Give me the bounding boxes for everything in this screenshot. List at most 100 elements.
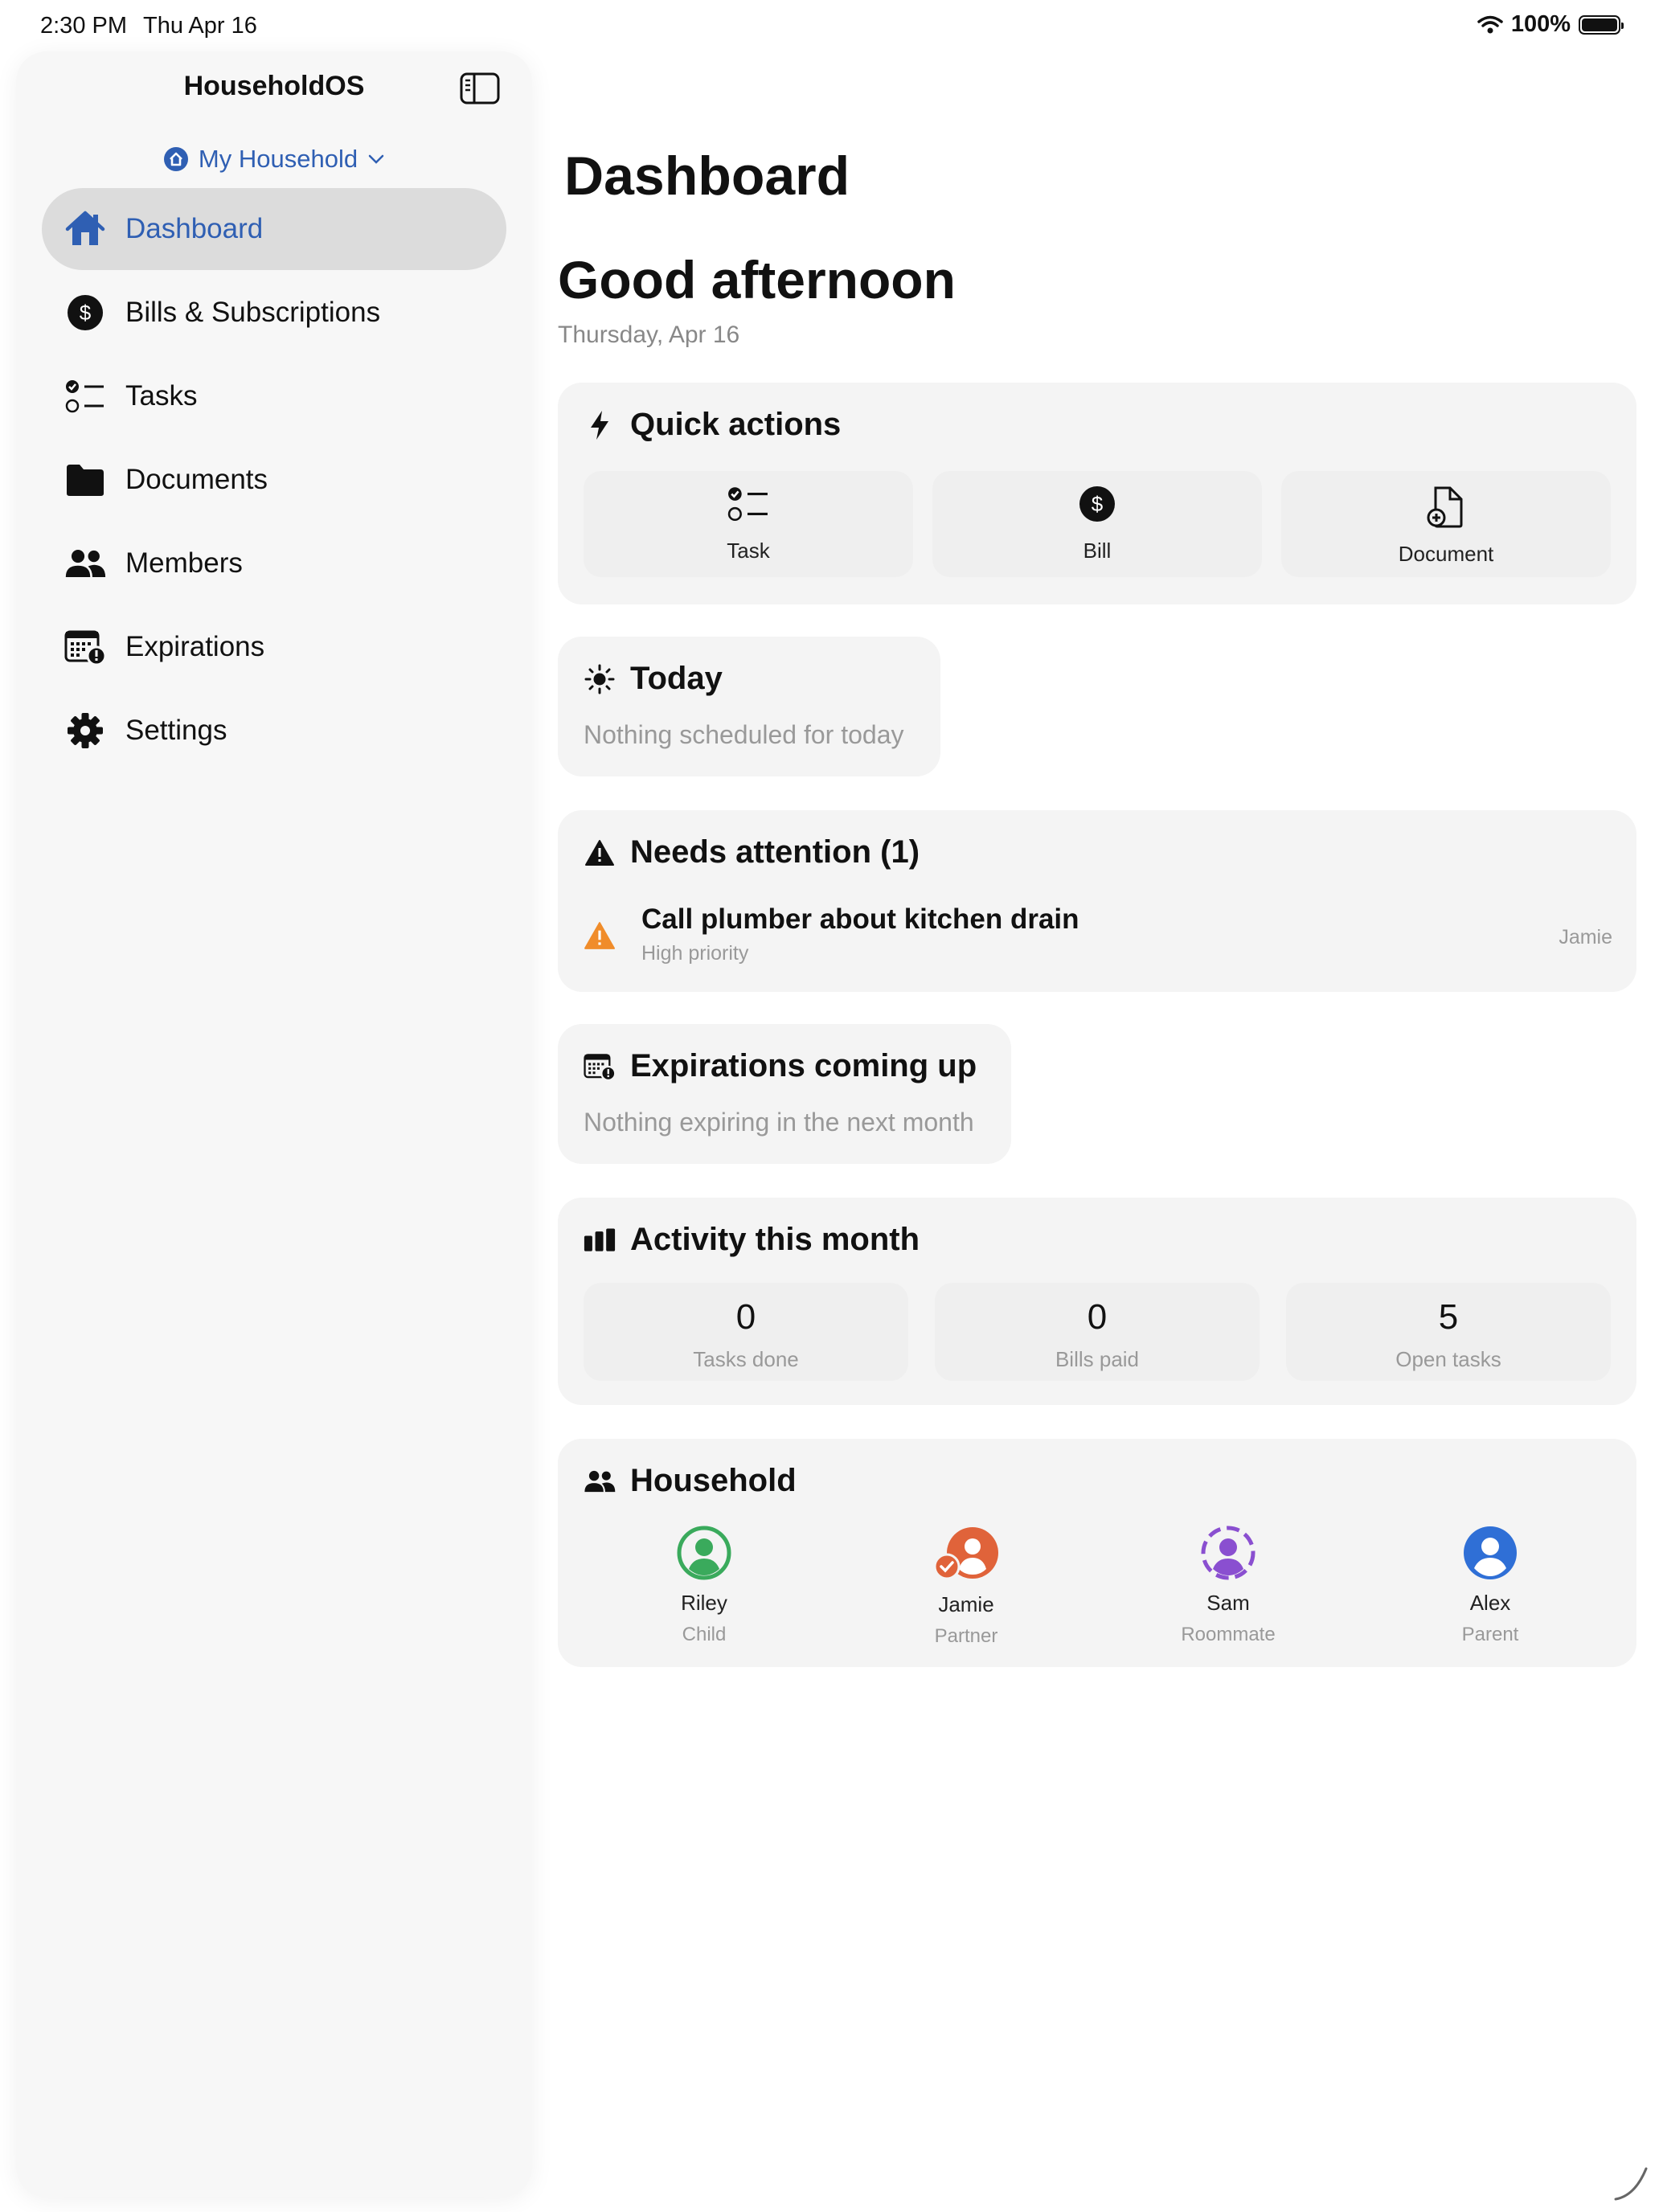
resize-handle-icon[interactable] xyxy=(1611,2164,1651,2204)
sidebar: HouseholdOS My Household Dashboard $ Bil… xyxy=(16,51,532,2198)
member-riley[interactable]: Riley Child xyxy=(624,1526,784,1646)
app-title: HouseholdOS xyxy=(183,71,365,101)
stat-value: 0 xyxy=(735,1297,756,1337)
battery-percent: 100% xyxy=(1510,11,1571,37)
expirations-header: Expirations coming up xyxy=(584,1048,977,1084)
person-circle-icon xyxy=(677,1526,731,1580)
bolt-icon xyxy=(584,409,616,441)
member-jamie[interactable]: Jamie Partner xyxy=(886,1526,1047,1648)
attention-item[interactable]: Call plumber about kitchen drain High pr… xyxy=(584,897,1612,974)
member-sam[interactable]: Sam Roommate xyxy=(1148,1526,1309,1646)
sidebar-item-label: Members xyxy=(125,547,243,579)
stat-bills-paid: 0 Bills paid xyxy=(935,1283,1260,1381)
member-role: Partner xyxy=(934,1625,998,1647)
sidebar-item-label: Documents xyxy=(125,464,268,495)
bar-chart-icon xyxy=(584,1224,616,1256)
stat-label: Open tasks xyxy=(1395,1347,1501,1371)
sidebar-item-bills[interactable]: $ Bills & Subscriptions xyxy=(42,272,506,354)
household-selector[interactable]: My Household xyxy=(16,145,532,174)
person-dashed-circle-icon xyxy=(1201,1526,1256,1580)
sidebar-item-label: Tasks xyxy=(125,380,198,412)
attention-item-title: Call plumber about kitchen drain xyxy=(641,903,1079,935)
expirations-title: Expirations coming up xyxy=(630,1048,977,1083)
page-title: Dashboard xyxy=(564,145,850,207)
sidebar-item-label: Settings xyxy=(125,715,227,746)
dollar-circle-icon: $ xyxy=(64,292,106,334)
stat-value: 0 xyxy=(1087,1297,1108,1337)
today-header: Today xyxy=(584,661,723,697)
sidebar-item-members[interactable]: Members xyxy=(42,522,506,604)
today-title: Today xyxy=(630,661,723,696)
household-name: My Household xyxy=(198,145,358,173)
calendar-alert-icon xyxy=(584,1051,616,1083)
attention-item-assignee: Jamie xyxy=(1559,926,1612,948)
member-name: Riley xyxy=(681,1591,727,1615)
quick-actions-card: Quick actions Task $ Bill Document xyxy=(558,383,1636,604)
wifi-icon xyxy=(1477,15,1503,33)
sidebar-toggle-icon[interactable] xyxy=(460,72,500,104)
needs-attention-title: Needs attention (1) xyxy=(630,834,920,870)
household-icon xyxy=(163,147,188,171)
quick-action-bill[interactable]: $ Bill xyxy=(932,471,1262,577)
svg-text:$: $ xyxy=(80,301,92,325)
house-icon xyxy=(64,208,106,250)
stat-open-tasks: 5 Open tasks xyxy=(1286,1283,1611,1381)
stat-value: 5 xyxy=(1438,1297,1459,1337)
sidebar-item-documents[interactable]: Documents xyxy=(42,439,506,521)
member-name: Alex xyxy=(1469,1591,1511,1615)
member-role: Roommate xyxy=(1181,1624,1276,1645)
activity-title: Activity this month xyxy=(630,1222,920,1257)
household-header: Household xyxy=(584,1463,797,1499)
sidebar-item-label: Dashboard xyxy=(125,213,264,244)
needs-attention-card: Needs attention (1) Call plumber about k… xyxy=(558,810,1636,992)
svg-text:$: $ xyxy=(1092,492,1104,516)
sidebar-item-settings[interactable]: Settings xyxy=(42,690,506,772)
calendar-alert-icon xyxy=(64,626,106,668)
sidebar-item-label: Bills & Subscriptions xyxy=(125,297,381,328)
greeting: Good afternoon xyxy=(558,250,956,309)
today-card: Today Nothing scheduled for today xyxy=(558,637,940,776)
stat-label: Bills paid xyxy=(1055,1347,1140,1371)
expirations-card: Expirations coming up Nothing expiring i… xyxy=(558,1024,1011,1164)
person-circle-fill-icon xyxy=(1464,1526,1517,1579)
people-icon xyxy=(584,1465,616,1497)
checklist-icon xyxy=(727,487,768,522)
quick-action-label: Document xyxy=(1398,542,1494,566)
warning-icon xyxy=(584,922,615,949)
sidebar-nav: Dashboard $ Bills & Subscriptions Tasks … xyxy=(42,188,506,773)
sun-icon xyxy=(584,663,616,695)
status-time: 2:30 PM xyxy=(40,13,127,39)
sidebar-item-tasks[interactable]: Tasks xyxy=(42,355,506,437)
household-title: Household xyxy=(630,1463,797,1498)
sidebar-item-dashboard[interactable]: Dashboard xyxy=(42,188,506,270)
battery-icon xyxy=(1579,14,1624,35)
current-date: Thursday, Apr 16 xyxy=(558,322,740,348)
quick-action-document[interactable]: Document xyxy=(1281,471,1611,577)
household-card: Household Riley Child Jamie Partner Sam … xyxy=(558,1439,1636,1667)
stat-label: Tasks done xyxy=(693,1347,799,1371)
needs-attention-header: Needs attention (1) xyxy=(584,834,920,870)
gear-icon xyxy=(64,710,106,752)
chevron-down-icon xyxy=(368,154,384,164)
people-icon xyxy=(64,543,106,584)
status-date: Thu Apr 16 xyxy=(143,13,257,39)
attention-item-priority: High priority xyxy=(641,942,749,965)
expirations-empty: Nothing expiring in the next month xyxy=(584,1108,974,1137)
folder-icon xyxy=(64,459,106,501)
status-right: 100% xyxy=(1477,11,1624,38)
stat-tasks-done: 0 Tasks done xyxy=(584,1283,908,1381)
status-bar: 2:30 PM Thu Apr 16 100% xyxy=(0,0,1659,53)
person-checkmark-icon xyxy=(933,1527,998,1580)
doc-plus-icon xyxy=(1427,486,1463,528)
dollar-circle-icon: $ xyxy=(1079,486,1115,522)
member-alex[interactable]: Alex Parent xyxy=(1410,1526,1571,1646)
quick-actions-header: Quick actions xyxy=(584,407,841,443)
activity-card: Activity this month 0 Tasks done 0 Bills… xyxy=(558,1198,1636,1405)
quick-action-label: Bill xyxy=(1083,539,1112,563)
member-name: Jamie xyxy=(938,1592,994,1616)
member-role: Parent xyxy=(1461,1624,1519,1645)
activity-header: Activity this month xyxy=(584,1222,920,1258)
quick-action-task[interactable]: Task xyxy=(584,471,913,577)
checklist-icon xyxy=(64,375,106,417)
sidebar-item-expirations[interactable]: Expirations xyxy=(42,606,506,688)
